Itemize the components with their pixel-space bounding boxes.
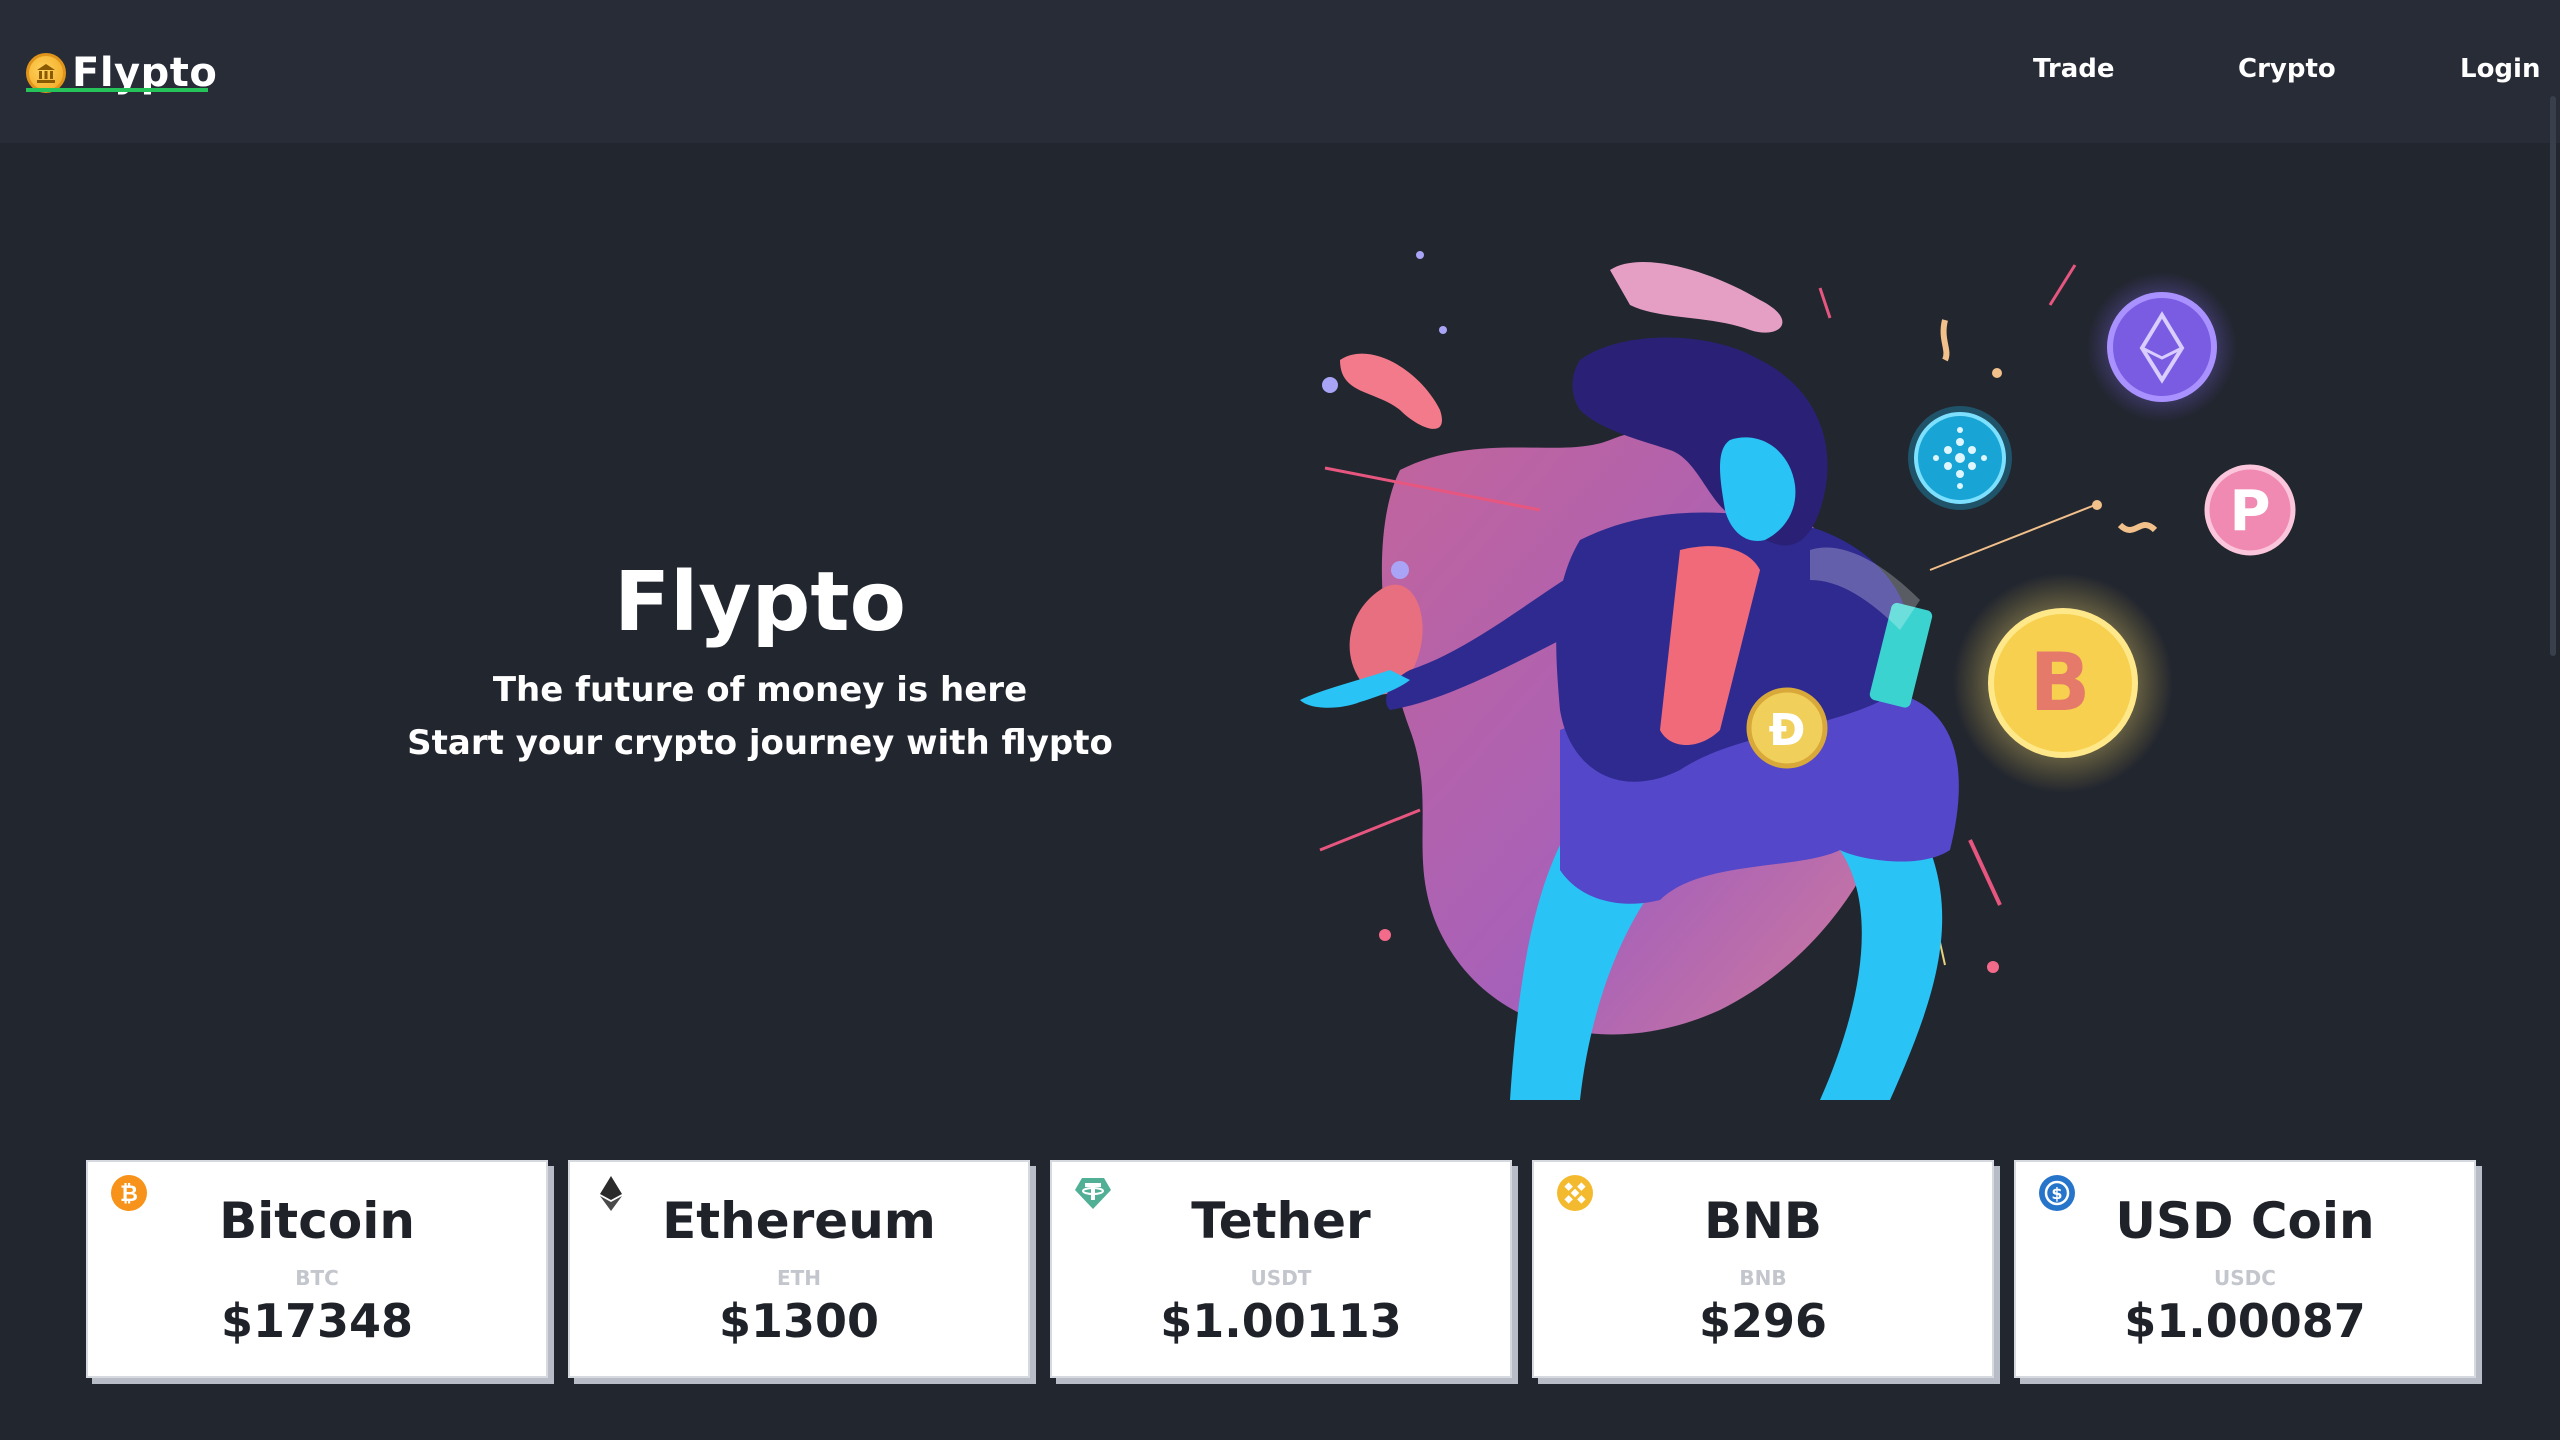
page-scrollbar[interactable] — [2550, 96, 2556, 656]
coin-name: BNB — [1703, 1192, 1823, 1250]
coin-symbol: BNB — [1739, 1266, 1787, 1290]
nav-link-login[interactable]: Login — [2460, 54, 2540, 84]
top-navbar: Flypto Trade Crypto Login — [0, 0, 2560, 143]
coin-symbol: ETH — [776, 1266, 822, 1290]
svg-text:B: B — [2030, 636, 2091, 729]
coin-price: $1.00087 — [2124, 1294, 2366, 1348]
coin-card-usd-coin[interactable]: $ USD Coin USDC $1.00087 — [2014, 1160, 2476, 1378]
splash-blob — [1340, 353, 1442, 429]
nav-link-crypto[interactable]: Crypto — [2238, 54, 2336, 84]
coin-price: $296 — [1698, 1294, 1828, 1348]
coin-price: $17348 — [220, 1294, 414, 1348]
coin-symbol: USDT — [1250, 1266, 1312, 1290]
nav-link-trade[interactable]: Trade — [2033, 54, 2115, 84]
svg-text:P: P — [2229, 479, 2270, 544]
coin-card-bnb[interactable]: BNB BNB $296 — [1532, 1160, 1994, 1378]
coin-card-tether[interactable]: Tether USDT $1.00113 — [1050, 1160, 1512, 1378]
coin-card-bitcoin[interactable]: ₿ Bitcoin BTC $17348 — [86, 1160, 548, 1378]
splash-blob — [1610, 261, 1783, 333]
coin-symbol: USDC — [2214, 1266, 2276, 1290]
coin-price: $1.00113 — [1160, 1294, 1402, 1348]
coin-name: USD Coin — [2115, 1192, 2375, 1250]
brand-underline — [26, 88, 208, 92]
svg-text:Ð: Ð — [1769, 705, 1806, 756]
hero-illustration: Ð P B — [1300, 251, 2296, 1100]
coin-name: Tether — [1191, 1192, 1371, 1250]
coin-name: Bitcoin — [219, 1192, 415, 1250]
coin-cards-row: ₿ Bitcoin BTC $17348 Ethereum ETH $1300 … — [86, 1160, 2486, 1380]
coin-symbol: BTC — [295, 1266, 339, 1290]
coin-name: Ethereum — [662, 1192, 936, 1250]
bank-coin-icon — [26, 53, 66, 93]
coin-price: $1300 — [718, 1294, 880, 1348]
coin-card-ethereum[interactable]: Ethereum ETH $1300 — [568, 1160, 1030, 1378]
